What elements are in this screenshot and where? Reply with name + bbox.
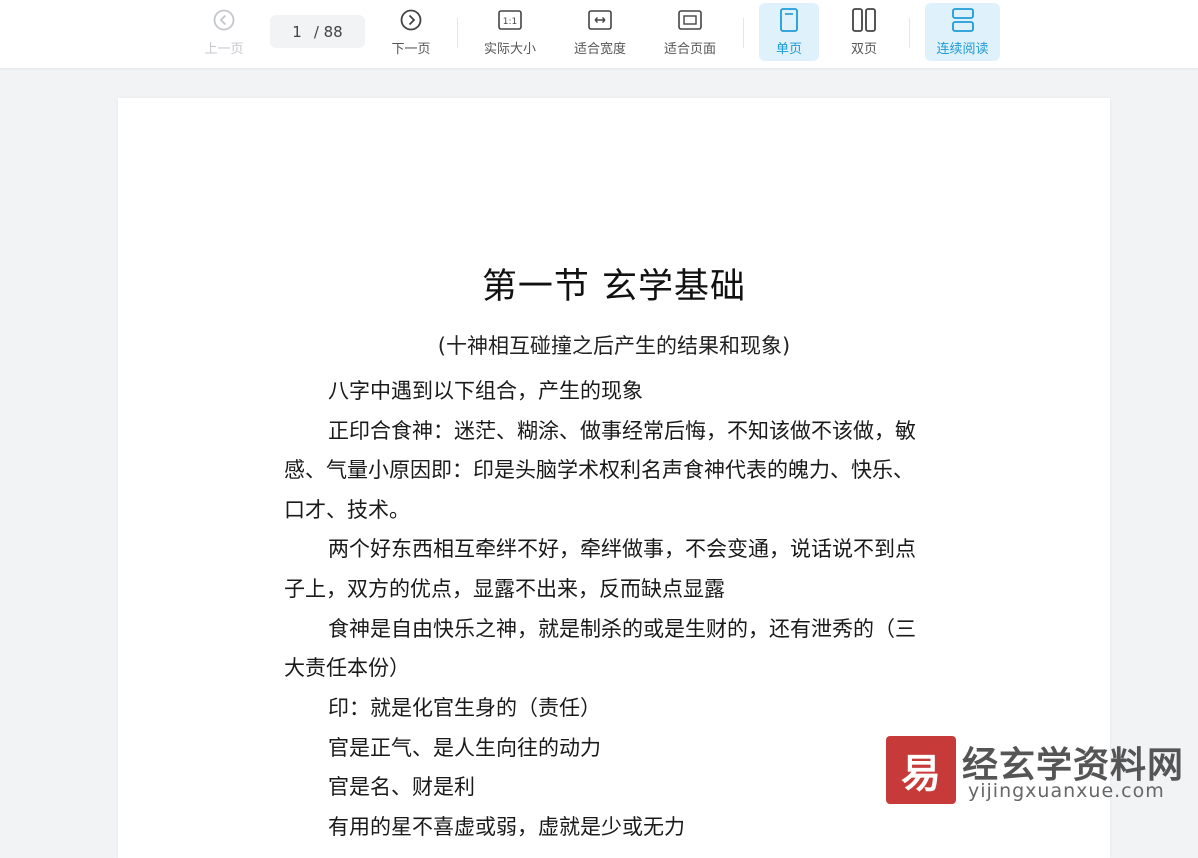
- page-subtitle: (十神相互碰撞之后产生的结果和现象): [437, 334, 791, 358]
- toolbar: 上一页 1 / 88 下一页 1:1 实际大小 适合宽度 适合页面 单页 双页 …: [0, 0, 1198, 68]
- body-line: 印：就是化官生身的（责任）: [328, 696, 601, 720]
- watermark-logo: 易: [886, 736, 956, 804]
- chevron-left-circle-icon: [211, 7, 237, 33]
- double-page-button[interactable]: 双页: [834, 3, 894, 61]
- body-line: 子上，双方的优点，显露不出来，反而缺点显露: [284, 577, 725, 601]
- continuous-reading-button[interactable]: 连续阅读: [925, 3, 1000, 61]
- actual-size-button[interactable]: 1:1 实际大小: [475, 3, 545, 61]
- watermark-logo-char: 易: [901, 751, 941, 797]
- toolbar-divider: [457, 18, 458, 48]
- prev-page-button[interactable]: 上一页: [194, 3, 254, 61]
- fit-page-icon: [677, 7, 703, 33]
- site-watermark: 易 经玄学资料网 yijingxuanxue.com: [886, 736, 1186, 808]
- page-number-input[interactable]: 1 / 88: [270, 15, 365, 48]
- continuous-reading-label: 连续阅读: [936, 42, 989, 57]
- single-page-label: 单页: [775, 42, 802, 57]
- page-title: 第一节 玄学基础: [481, 267, 747, 307]
- single-page-icon: [776, 7, 802, 33]
- toolbar-divider: [909, 18, 910, 48]
- continuous-reading-icon: [950, 7, 976, 33]
- next-page-label: 下一页: [391, 42, 431, 57]
- single-page-button[interactable]: 单页: [759, 3, 819, 61]
- current-page: 1: [292, 22, 302, 41]
- fit-page-label: 适合页面: [663, 42, 716, 57]
- fit-width-button[interactable]: 适合宽度: [565, 3, 635, 61]
- body-line: 八字中遇到以下组合，产生的现象: [328, 379, 643, 403]
- body-line: 官是名、财是利: [328, 775, 475, 799]
- actual-size-label: 实际大小: [483, 42, 536, 57]
- total-pages: / 88: [313, 22, 343, 41]
- body-line: 食神是自由快乐之神，就是制杀的或是生财的，还有泄秀的（三: [328, 617, 916, 641]
- body-line: 大责任本份）: [284, 656, 410, 680]
- toolbar-divider: [743, 18, 744, 48]
- chevron-right-circle-icon: [398, 7, 424, 33]
- body-line: 两个好东西相互牵绊不好，牵绊做事，不会变通，说话说不到点: [328, 537, 916, 561]
- body-line: 官是正气、是人生向往的动力: [328, 736, 601, 760]
- next-page-button[interactable]: 下一页: [381, 3, 441, 61]
- fit-page-button[interactable]: 适合页面: [655, 3, 725, 61]
- prev-page-label: 上一页: [204, 42, 244, 57]
- body-line: 正印合食神：迷茫、糊涂、做事经常后悔，不知该做不该做，敏: [328, 419, 916, 443]
- actual-size-icon: 1:1: [497, 7, 523, 33]
- body-line: 有用的星不喜虚或弱，虚就是少或无力: [328, 815, 685, 839]
- double-page-label: 双页: [850, 42, 877, 57]
- body-line: 口才、技术。: [284, 498, 410, 522]
- fit-width-label: 适合宽度: [573, 42, 626, 57]
- double-page-icon: [851, 7, 877, 33]
- fit-width-icon: [587, 7, 613, 33]
- body-line: 感、气量小原因即：印是头脑学术权利名声食神代表的魄力、快乐、: [284, 458, 914, 482]
- svg-text:1:1: 1:1: [503, 17, 517, 27]
- watermark-url: yijingxuanxue.com: [968, 780, 1165, 802]
